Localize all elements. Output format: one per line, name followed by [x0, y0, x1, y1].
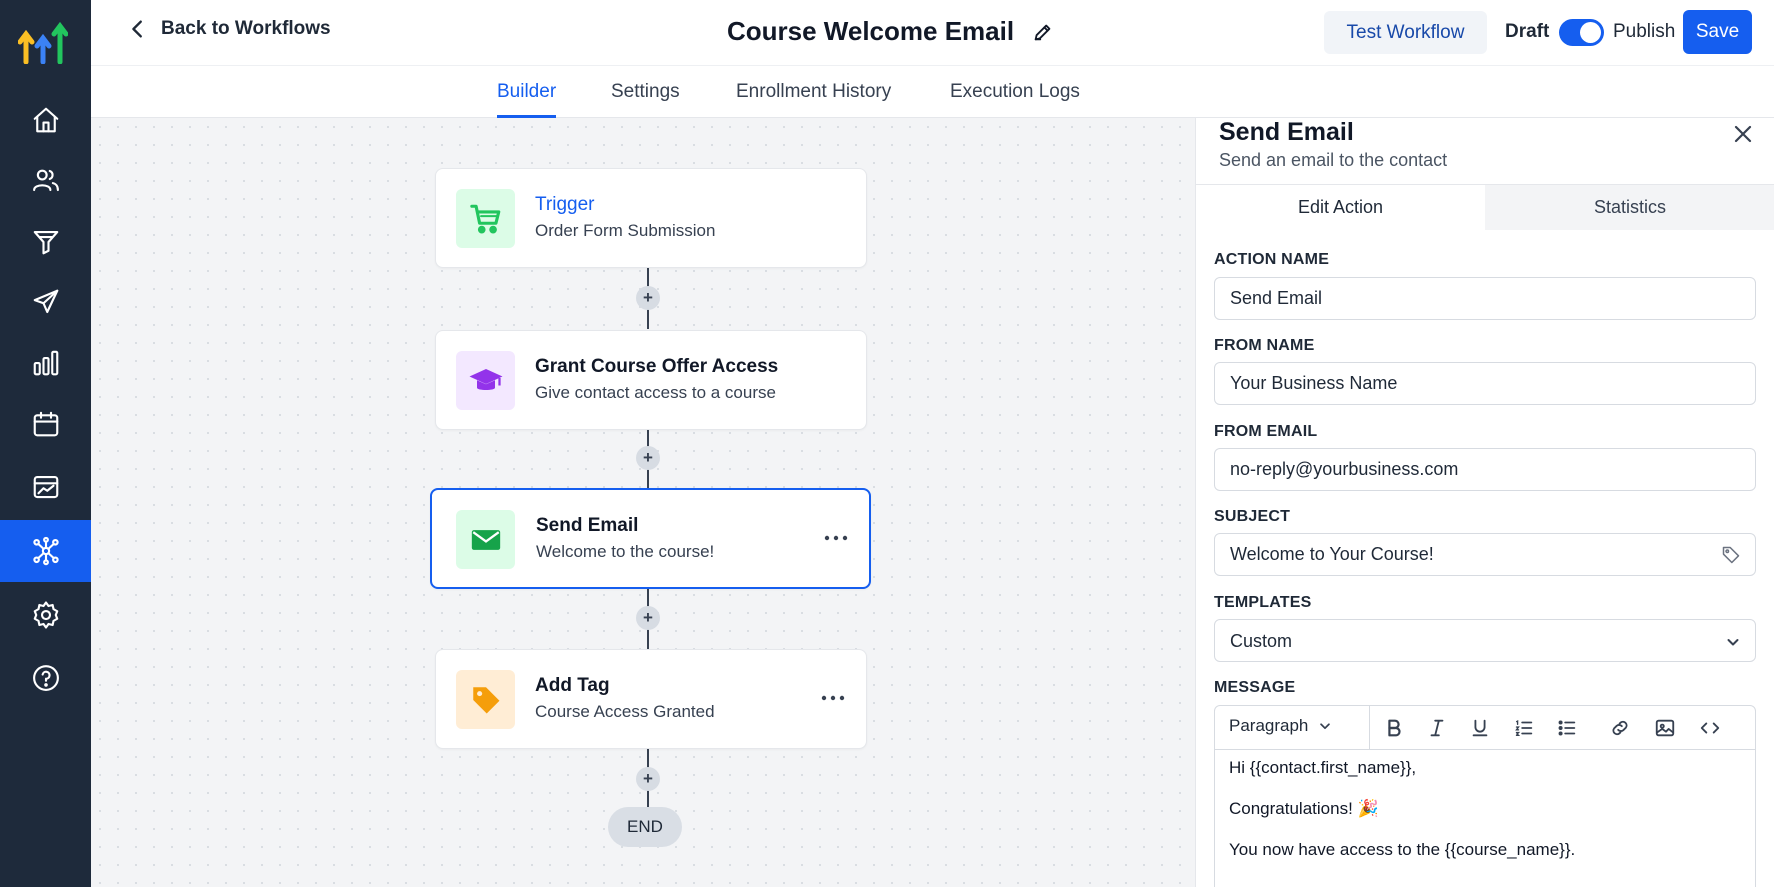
message-line: You now have access to the {{course_name… — [1229, 840, 1576, 859]
from-name-label: FROM NAME — [1214, 337, 1315, 354]
automation-icon[interactable] — [0, 520, 91, 582]
message-line: Hi {{contact.first_name}}, — [1229, 758, 1417, 777]
save-button[interactable]: Save — [1683, 10, 1752, 54]
back-label: Back to Workflows — [161, 18, 331, 39]
top-header: Back to Workflows Course Welcome Email T… — [91, 0, 1774, 66]
contacts-icon[interactable] — [0, 150, 91, 210]
test-workflow-button[interactable]: Test Workflow — [1324, 11, 1487, 54]
tab-statistics[interactable]: Statistics — [1485, 185, 1774, 230]
send-email-node[interactable]: Send Email Welcome to the course! — [430, 488, 871, 589]
marketing-icon[interactable] — [0, 272, 91, 332]
graduation-cap-icon — [456, 351, 515, 410]
help-icon[interactable] — [0, 648, 91, 708]
publish-label: Publish — [1613, 21, 1676, 42]
from-name-input[interactable] — [1214, 362, 1756, 405]
from-email-label: FROM EMAIL — [1214, 423, 1318, 440]
payments-icon[interactable] — [0, 457, 91, 517]
merge-tag-icon[interactable] — [1721, 545, 1741, 565]
templates-label: TEMPLATES — [1214, 594, 1312, 611]
app-logo[interactable] — [17, 20, 69, 65]
toolbar-divider — [1369, 706, 1370, 750]
underline-icon[interactable] — [1469, 716, 1491, 740]
more-options-icon[interactable] — [823, 528, 849, 548]
node-subtitle: Order Form Submission — [535, 221, 716, 240]
editor-toolbar: Paragraph — [1215, 706, 1755, 750]
close-icon[interactable] — [1731, 122, 1755, 146]
editor-content[interactable]: Hi {{contact.first_name}}, Congratulatio… — [1229, 758, 1575, 881]
panel-title: Send Email — [1219, 118, 1354, 146]
chevron-down-icon — [1320, 723, 1331, 730]
more-options-icon[interactable] — [820, 688, 846, 708]
message-editor: Paragraph Hi {{contact.first_name}}, Con… — [1214, 705, 1756, 887]
add-step-button[interactable]: + — [636, 606, 660, 630]
calendar-icon[interactable] — [0, 394, 91, 454]
subject-label: SUBJECT — [1214, 508, 1291, 525]
envelope-icon — [456, 510, 515, 569]
node-title: Send Email — [536, 515, 639, 536]
sidebar — [0, 0, 91, 887]
image-icon[interactable] — [1654, 716, 1676, 740]
cart-icon — [456, 189, 515, 248]
from-email-input[interactable] — [1214, 448, 1756, 491]
action-name-label: ACTION NAME — [1214, 251, 1330, 268]
settings-icon[interactable] — [0, 585, 91, 645]
add-step-button[interactable]: + — [636, 286, 660, 310]
message-line: Congratulations! 🎉 — [1229, 799, 1379, 818]
message-label: MESSAGE — [1214, 679, 1296, 696]
paragraph-dropdown[interactable]: Paragraph — [1229, 716, 1332, 736]
draft-label: Draft — [1505, 21, 1550, 42]
workflow-tabs: Builder Settings Enrollment History Exec… — [91, 66, 1774, 118]
panel-subtitle: Send an email to the contact — [1219, 150, 1448, 170]
subject-field — [1214, 533, 1756, 576]
ordered-list-icon[interactable] — [1513, 716, 1535, 740]
node-title: Trigger — [535, 194, 595, 215]
funnel-icon[interactable] — [0, 212, 91, 272]
paragraph-label: Paragraph — [1229, 716, 1309, 735]
chevron-left-icon — [132, 20, 142, 38]
add-step-button[interactable]: + — [636, 446, 660, 470]
publish-toggle[interactable] — [1559, 19, 1604, 46]
tab-settings[interactable]: Settings — [611, 81, 680, 118]
bullet-list-icon[interactable] — [1556, 716, 1578, 740]
tab-edit-action[interactable]: Edit Action — [1196, 185, 1485, 230]
bold-icon[interactable] — [1383, 716, 1405, 740]
chevron-down-icon — [1727, 639, 1739, 646]
code-icon[interactable] — [1699, 716, 1721, 740]
grant-course-node[interactable]: Grant Course Offer Access Give contact a… — [435, 330, 867, 430]
node-subtitle: Give contact access to a course — [535, 383, 776, 402]
italic-icon[interactable] — [1426, 716, 1448, 740]
pencil-icon[interactable] — [1032, 21, 1054, 43]
node-subtitle: Course Access Granted — [535, 702, 715, 721]
node-subtitle: Welcome to the course! — [536, 542, 715, 561]
workflow-title: Course Welcome Email — [727, 16, 1015, 46]
link-icon[interactable] — [1609, 716, 1631, 740]
tab-enrollment-history[interactable]: Enrollment History — [736, 81, 891, 118]
reporting-icon[interactable] — [0, 333, 91, 393]
end-node: END — [608, 807, 682, 847]
subject-input[interactable] — [1215, 534, 1695, 575]
back-to-workflows-button[interactable]: Back to Workflows — [127, 18, 331, 40]
add-tag-node[interactable]: Add Tag Course Access Granted — [435, 649, 867, 749]
trigger-node[interactable]: Trigger Order Form Submission — [435, 168, 867, 268]
node-title: Add Tag — [535, 675, 610, 696]
templates-select[interactable]: Custom — [1214, 619, 1756, 662]
tab-execution-logs[interactable]: Execution Logs — [950, 81, 1080, 118]
home-icon[interactable] — [0, 90, 91, 150]
workflow-title-group: Course Welcome Email — [727, 16, 1054, 47]
action-name-input[interactable] — [1214, 277, 1756, 320]
add-step-button[interactable]: + — [636, 767, 660, 791]
tag-icon — [456, 670, 515, 729]
panel-tabs: Edit Action Statistics — [1196, 184, 1774, 230]
action-panel: Send Email Send an email to the contact … — [1195, 118, 1774, 887]
node-title: Grant Course Offer Access — [535, 356, 779, 377]
tab-builder[interactable]: Builder — [497, 81, 557, 118]
templates-value: Custom — [1230, 631, 1293, 651]
